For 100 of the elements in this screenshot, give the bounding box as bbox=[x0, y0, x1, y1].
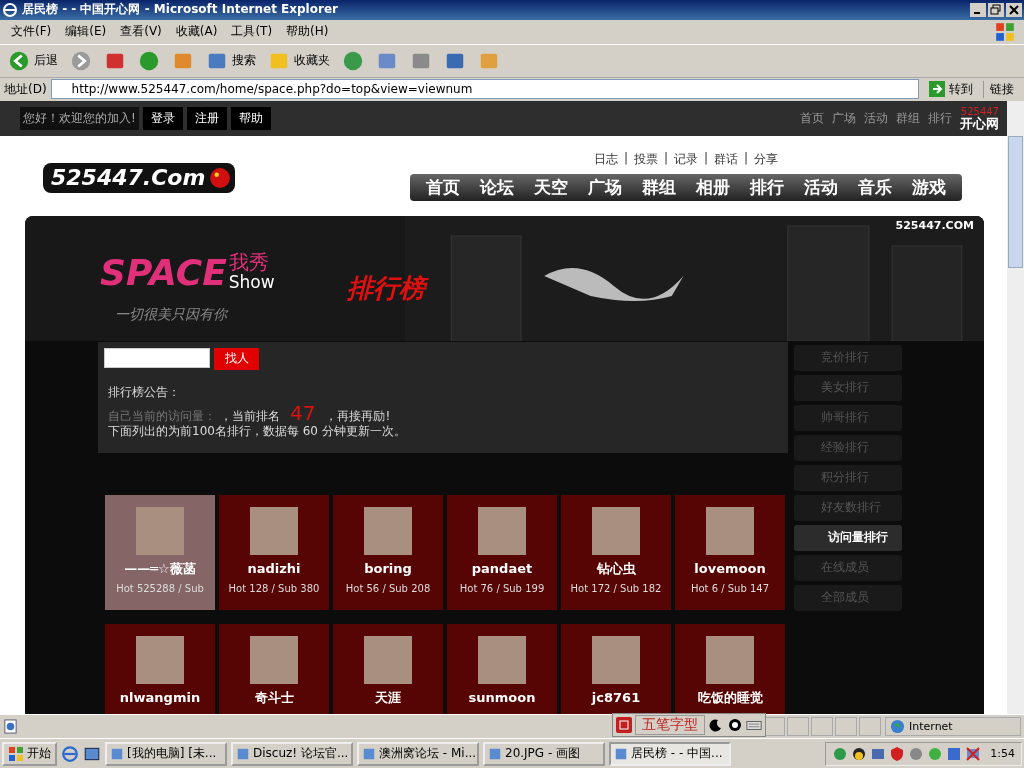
window-icon bbox=[236, 746, 250, 761]
menu-item[interactable]: 帮助(H) bbox=[279, 23, 336, 41]
member-stats: Hot 6 / Sub 147 bbox=[690, 582, 770, 594]
status-pane bbox=[835, 717, 857, 737]
network-error-icon[interactable] bbox=[965, 745, 982, 762]
sub-link[interactable]: 记录 bbox=[674, 150, 698, 168]
member-card[interactable]: sunmoon bbox=[447, 623, 557, 715]
nav-link[interactable]: 游戏 bbox=[902, 175, 956, 199]
rank-text: ，当前排名 bbox=[220, 407, 280, 424]
member-card[interactable]: 钻心虫 Hot 172 / Sub 182 bbox=[561, 494, 671, 610]
nav-link[interactable]: 活动 bbox=[794, 175, 848, 199]
taskbar-button[interactable]: 20.JPG - 画图 bbox=[483, 741, 605, 766]
member-card[interactable]: 天涯 bbox=[333, 623, 443, 715]
taskbar-button[interactable]: [我的电脑] [未... bbox=[105, 741, 227, 766]
top-link[interactable]: 广场 bbox=[832, 109, 856, 127]
member-name: lovemoon bbox=[694, 560, 766, 577]
menu-item[interactable]: 文件(F) bbox=[4, 23, 59, 41]
photo-placeholder bbox=[364, 506, 412, 555]
separator-text: | bbox=[744, 150, 749, 167]
top-link[interactable]: 首页 bbox=[800, 109, 824, 127]
nav-link[interactable]: 天空 bbox=[524, 175, 578, 199]
sub-link[interactable]: 群话 bbox=[714, 150, 739, 168]
nav-link[interactable]: 音乐 bbox=[848, 175, 902, 199]
member-stats: Hot 56 / Sub 208 bbox=[345, 582, 431, 594]
account-button[interactable]: 注册 bbox=[186, 106, 227, 130]
photo-placeholder bbox=[250, 635, 298, 684]
member-name: sunmoon bbox=[468, 689, 536, 706]
photo-placeholder bbox=[250, 506, 298, 555]
member-name: nadizhi bbox=[247, 560, 301, 577]
status-pane bbox=[763, 717, 785, 737]
member-name: ——═☆薇菡 bbox=[124, 560, 196, 577]
toolbar-button[interactable]: 收藏夹 bbox=[264, 46, 334, 75]
member-card[interactable]: 吃饭的睡觉 bbox=[675, 623, 785, 715]
nav-link[interactable]: 首页 bbox=[416, 175, 470, 199]
nav-link[interactable]: 排行 bbox=[740, 175, 794, 199]
top-link[interactable]: 排行 bbox=[928, 109, 952, 127]
taskbar-button[interactable]: Discuz! 论坛官... bbox=[231, 741, 353, 766]
photo-placeholder bbox=[592, 635, 640, 684]
menu-item[interactable]: 工具(T) bbox=[224, 23, 280, 41]
member-name: pandaet bbox=[471, 560, 533, 577]
member-card[interactable]: jc8761 bbox=[561, 623, 671, 715]
address-field[interactable]: http://www.525447.com/home/space.php?do=top&view=viewnum bbox=[50, 79, 919, 100]
windows-logo-icon bbox=[8, 745, 24, 762]
logo-subtitle: Show bbox=[228, 272, 275, 292]
member-card[interactable]: 奇斗士 bbox=[219, 623, 329, 715]
member-card[interactable]: pandaet Hot 76 / Sub 199 bbox=[447, 494, 557, 610]
search-field[interactable] bbox=[104, 347, 210, 368]
photo-placeholder bbox=[478, 635, 526, 684]
start-button[interactable]: 开始 bbox=[2, 741, 57, 766]
site-logo[interactable]: 525447.Com bbox=[43, 162, 236, 193]
menu-item[interactable]: 编辑(E) bbox=[58, 23, 114, 41]
member-name: jc8761 bbox=[591, 689, 641, 706]
toolbar-button[interactable]: 后退 bbox=[4, 46, 62, 75]
menu-item[interactable]: 查看(V) bbox=[113, 23, 169, 41]
links-button[interactable]: 链接 bbox=[983, 80, 1020, 98]
logo-subtitle: 我秀 bbox=[228, 250, 270, 273]
seal-icon bbox=[616, 717, 632, 733]
nav-link[interactable]: 广场 bbox=[578, 175, 632, 199]
photo-placeholder bbox=[364, 635, 412, 684]
menu-item[interactable]: 收藏(A) bbox=[168, 23, 225, 41]
go-button[interactable]: 转到 bbox=[923, 79, 979, 99]
input-mode-label[interactable]: 五笔字型 bbox=[635, 715, 705, 735]
member-card[interactable]: nlwangmin bbox=[105, 623, 215, 715]
minimize-icon[interactable] bbox=[970, 2, 986, 17]
member-card[interactable]: lovemoon Hot 6 / Sub 147 bbox=[675, 494, 785, 610]
toolbar-button[interactable]: 搜索 bbox=[202, 46, 260, 75]
taskbar-button[interactable]: 居民榜 - - 中国... bbox=[609, 741, 731, 766]
browser-icon bbox=[2, 1, 18, 18]
member-card[interactable]: ——═☆薇菡 Hot 525288 / Sub bbox=[105, 494, 215, 610]
nav-link[interactable]: 相册 bbox=[686, 175, 740, 199]
window-icon bbox=[110, 746, 124, 761]
member-card[interactable]: boring Hot 56 / Sub 208 bbox=[333, 494, 443, 610]
side-menu-item[interactable]: 访问量排行 bbox=[794, 524, 902, 551]
nav-link[interactable]: 论坛 bbox=[470, 175, 524, 199]
restore-icon[interactable] bbox=[988, 2, 1004, 17]
browser-icon[interactable] bbox=[61, 744, 79, 763]
top-link[interactable]: 活动 bbox=[864, 109, 888, 127]
account-button[interactable]: 帮助 bbox=[230, 106, 271, 130]
tray-icon[interactable] bbox=[851, 745, 868, 762]
close-icon[interactable] bbox=[1006, 2, 1022, 17]
taskbar-button[interactable]: 澳洲窝论坛 - Mi... bbox=[357, 741, 479, 766]
account-button[interactable]: 登录 bbox=[142, 106, 183, 130]
scrollbar[interactable] bbox=[1007, 100, 1024, 715]
site-logo[interactable]: 525447 开心网 bbox=[960, 106, 999, 130]
photo-placeholder bbox=[136, 506, 184, 555]
member-name: boring bbox=[364, 560, 412, 577]
member-name: 奇斗士 bbox=[254, 689, 294, 706]
shield-icon[interactable] bbox=[889, 745, 906, 762]
search-button[interactable]: 找人 bbox=[214, 347, 259, 370]
moon-icon[interactable] bbox=[708, 717, 724, 733]
sub-link[interactable]: 分享 bbox=[754, 150, 779, 168]
sub-link[interactable]: 投票 bbox=[633, 150, 658, 168]
top-link[interactable]: 群组 bbox=[896, 109, 920, 127]
status-pane bbox=[859, 717, 881, 737]
clock-text: 1:54 bbox=[990, 747, 1015, 761]
window-icon bbox=[488, 746, 502, 761]
rank-text: ，再接再励! bbox=[325, 407, 391, 424]
member-card[interactable]: nadizhi Hot 128 / Sub 380 bbox=[219, 494, 329, 610]
sub-link[interactable]: 日志 bbox=[593, 150, 618, 168]
nav-link[interactable]: 群组 bbox=[632, 175, 686, 199]
